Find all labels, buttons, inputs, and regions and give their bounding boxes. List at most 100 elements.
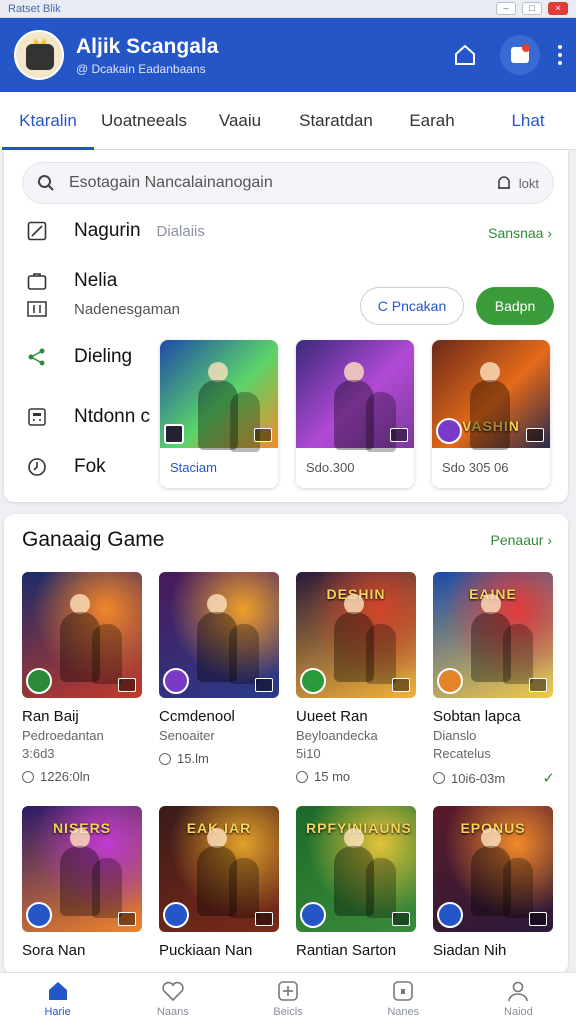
menu-row-label: Ntdonn c [74,406,151,427]
game-card[interactable]: RPFYINIAUNS Rantian Sarton [296,806,418,959]
game-card[interactable]: Ccmdenool Senoaiter 15.lm [159,572,281,766]
clock-icon [296,770,308,783]
clock-icon [22,770,34,783]
heart-icon [162,981,184,1001]
game-card[interactable]: EAINE Sobtan lapca Dianslo Recatelus 10i6-03… [433,572,555,787]
close-button[interactable]: × [548,2,568,15]
game-badge-icon [300,902,326,928]
game-cover-art: DESHIN [296,572,416,698]
game-title: Sora Nan [22,942,86,959]
platform-badge-icon [436,418,462,444]
game-card[interactable]: EAK IAR Puckiaan Nan [159,806,281,959]
app-header: Aljik Scangala @ Dcakain Eadanbaans [0,18,576,92]
section-title: Ganaaig Game [22,528,165,551]
rating-tag [392,912,410,926]
menu-row-nagurin[interactable]: Nagurin Dialaiis [26,220,205,242]
rating-tag [118,912,136,926]
outline-button-label: Pncakan [391,298,447,314]
tab-ktaralin[interactable]: Ktaralin [0,92,96,150]
games-card: Ganaaig Game Penaaur › Ran Baij Pedroedan… [4,514,568,974]
tab-lhat[interactable]: Lhat [480,92,576,150]
grid-box-icon [26,298,48,320]
nav-label: Harie [44,1005,71,1018]
tab-earah[interactable]: Earah [384,92,480,150]
game-card[interactable]: NISERS Sora Nan [22,806,144,959]
game-badge-icon [437,668,463,694]
maximize-button[interactable]: □ [522,2,542,15]
clock-icon [433,772,445,784]
rating-tag [529,912,547,926]
game-time: 15 mo [296,769,418,784]
green-action-button[interactable]: Badpn [476,287,554,325]
outline-action-button[interactable]: C Pncakan [360,287,464,325]
game-cover-art [22,572,142,698]
bell-icon[interactable] [495,174,513,192]
game-cover-art: RPFYINIAUNS [296,806,416,932]
menu-row-dieling[interactable]: Dieling [26,346,132,368]
nav-label: Nanes [387,1005,420,1018]
nav-add[interactable]: Beicls [230,973,345,1024]
menu-row-sub: Dialaiis [156,222,205,240]
menu-row-ntdonn[interactable]: Ntdonn c [26,406,150,428]
menu-row-nelia[interactable]: Nelia [26,270,117,292]
featured-card[interactable]: Sdo.300 [296,340,414,488]
briefcase-icon [26,270,48,292]
featured-card[interactable]: VASHIN Sdo 305 06 [432,340,550,488]
section-more-link[interactable]: Penaaur › [491,532,553,548]
rating-tag [255,912,273,926]
nav-favorites[interactable]: Naans [115,973,230,1024]
share-icon [26,346,48,368]
check-icon: ✓ [542,770,555,787]
tab-bar: Ktaralin Uoatneeals Vaaiu Staratdan Eara… [0,92,576,150]
game-card[interactable]: Ran Baij Pedroedantan 3:6d3 1226:0ln [22,572,144,784]
rating-tag [392,678,410,692]
game-title: Uueet Ran [296,708,368,725]
game-cover-art: EAINE [433,572,553,698]
featured-art: VASHIN [432,340,550,450]
outline-button-icon: C [377,298,388,314]
game-title: Rantian Sarton [296,942,397,959]
menu-row-nadenesgaman[interactable]: Nadenesgaman [26,298,180,320]
home-icon [48,981,67,1000]
game-badge-icon [163,668,189,694]
avatar[interactable] [14,30,64,80]
featured-art [160,340,278,452]
game-cover-art [159,572,279,698]
menu-row-fok[interactable]: Fok [26,456,106,478]
profile-handle: @ Dcakain Eadanbaans [76,61,206,76]
tab-vaaiu[interactable]: Vaaiu [192,92,288,150]
tab-uoatneeals[interactable]: Uoatneeals [96,92,192,150]
game-subtitle: Beyloandecka [296,728,378,743]
menu-row-label: Fok [74,456,106,477]
search-right-label: lokt [518,175,539,191]
window-titlebar: Ratset Blik – □ × [0,0,576,18]
search-input[interactable]: Esotagain Nancalainanogain [69,174,495,192]
rating-tag [526,428,544,442]
game-badge-icon [26,902,52,928]
menu-row-label: Nadenesgaman [74,300,180,318]
home-header-icon[interactable] [448,38,482,72]
game-card[interactable]: DESHIN Uueet Ran Beyloandecka 5i10 15 mo [296,572,418,784]
nav-profile[interactable]: Naiod [461,973,576,1024]
nav-home[interactable]: Harie [0,973,115,1024]
see-all-link[interactable]: Sansnaa › [488,225,552,241]
game-card[interactable]: EPONUS Siadan Nih [433,806,555,959]
notification-icon[interactable] [500,35,540,75]
tab-staratdan[interactable]: Staratdan [288,92,384,150]
game-title: Puckiaan Nan [159,942,253,959]
nav-library[interactable]: Nanes [346,973,461,1024]
platform-badge-icon [164,424,184,444]
game-title: Sobtan lapca [433,708,521,725]
menu-card: Esotagain Nancalainanogain lokt Nagurin … [4,150,568,502]
menu-row-label: Nelia [74,270,118,291]
more-menu-icon[interactable] [558,45,562,65]
minimize-button[interactable]: – [496,2,516,15]
game-time-label: 15 mo [314,769,351,784]
featured-card[interactable]: Staciam [160,340,278,488]
game-badge-icon [300,668,326,694]
game-time: 10i6-03m ✓ [433,769,555,787]
edit-square-icon [26,220,48,242]
search-bar[interactable]: Esotagain Nancalainanogain lokt [22,162,554,204]
game-cover-art: EAK IAR [159,806,279,932]
featured-caption: Sdo 305 06 [442,460,509,475]
